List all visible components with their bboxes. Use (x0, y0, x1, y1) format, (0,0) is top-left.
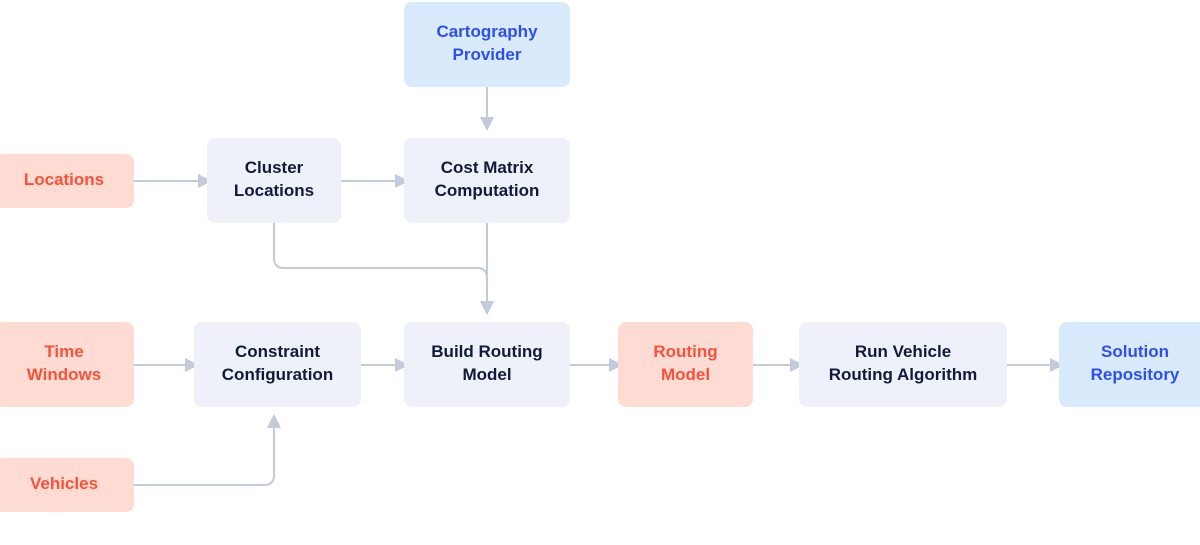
edge-cluster-locations-to-cost-matrix (341, 174, 409, 188)
node-routing-model[interactable]: Routing Model (618, 322, 753, 407)
node-label-line: Time (44, 342, 83, 361)
arrowhead-icon (267, 414, 281, 428)
node-cost-matrix-computation[interactable]: Cost Matrix Computation (404, 138, 570, 223)
edge-run-algorithm-to-solution-repository (1007, 358, 1064, 372)
node-cluster-locations[interactable]: Cluster Locations (207, 138, 341, 223)
node-label-line: Run Vehicle (855, 342, 951, 361)
node-label-line: Windows (27, 365, 101, 384)
node-label-line: Locations (234, 181, 314, 200)
edge-routing-model-to-run-algorithm (753, 358, 804, 372)
edge-line (273, 223, 488, 301)
edge-cartography-provider-to-cost-matrix (480, 87, 494, 131)
node-label-line: Cost Matrix (441, 158, 534, 177)
node-label-line: Model (462, 365, 511, 384)
node-solution-repository[interactable]: Solution Repository (1059, 322, 1200, 407)
node-locations[interactable]: Locations (0, 154, 134, 208)
node-label-line: Build Routing (431, 342, 542, 361)
node-label-line: Constraint (235, 342, 320, 361)
node-build-routing-model[interactable]: Build Routing Model (404, 322, 570, 407)
node-label-line: Cluster (245, 158, 304, 177)
edge-time-windows-to-constraint-configuration (134, 358, 199, 372)
node-vehicles[interactable]: Vehicles (0, 458, 134, 512)
node-label-line: Vehicles (30, 474, 98, 493)
node-run-vehicle-routing-algorithm[interactable]: Run Vehicle Routing Algorithm (799, 322, 1007, 407)
node-label-line: Model (661, 365, 710, 384)
node-label: Locations (24, 170, 104, 189)
arrowhead-icon (480, 301, 494, 315)
node-label: Vehicles (30, 474, 98, 493)
edge-locations-to-cluster-locations (134, 174, 212, 188)
edge-build-routing-model-to-routing-model (570, 358, 623, 372)
edge-constraint-configuration-to-build-routing-model (361, 358, 409, 372)
node-label-line: Routing Algorithm (829, 365, 978, 384)
node-label-line: Computation (435, 181, 540, 200)
edge-line (134, 428, 275, 486)
edge-vehicles-to-constraint-configuration (134, 414, 281, 486)
nodes-layer: Cartography Provider Locations Cluster Locat… (0, 2, 1200, 512)
node-label-line: Cartography (436, 22, 538, 41)
node-label-line: Provider (453, 45, 522, 64)
flowchart-canvas: Cartography Provider Locations Cluster Locat… (0, 2, 1200, 512)
node-constraint-configuration[interactable]: Constraint Configuration (194, 322, 361, 407)
edge-cluster-locations-to-build-routing-model (273, 223, 494, 315)
node-label-line: Routing (653, 342, 717, 361)
node-cartography-provider[interactable]: Cartography Provider (404, 2, 570, 87)
node-label-line: Repository (1091, 365, 1180, 384)
node-label-line: Locations (24, 170, 104, 189)
arrowhead-icon (480, 117, 494, 131)
node-time-windows[interactable]: Time Windows (0, 322, 134, 407)
node-label-line: Solution (1101, 342, 1169, 361)
node-label-line: Configuration (222, 365, 333, 384)
flowchart-diagram: Cartography Provider Locations Cluster Locat… (0, 0, 1200, 545)
